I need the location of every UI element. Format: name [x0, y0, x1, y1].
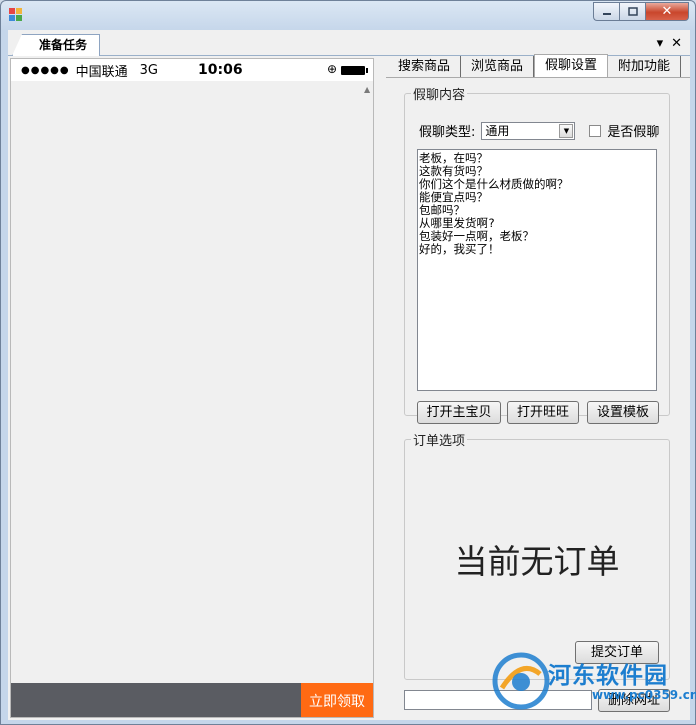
chat-type-value: 通用: [485, 123, 510, 138]
chat-type-label: 假聊类型:: [419, 125, 476, 140]
dropdown-arrow-icon[interactable]: ▾: [657, 36, 664, 51]
minimize-button[interactable]: [593, 2, 619, 21]
fake-chat-textarea[interactable]: 老板，在吗？ 这款有货吗？ 你们这个是什么材质做的啊？ 能便宜点吗？ 包邮吗？ 从哪里发货…: [417, 149, 657, 391]
client-area: 准备任务 ▾ ✕ ●●●●● 中国联通 3G 10:06 ⊕ ▲ 立即领取 搜索…: [8, 30, 690, 720]
watermark-text: 河东软件园: [548, 663, 668, 689]
chevron-down-icon[interactable]: ▼: [559, 123, 574, 138]
doc-tab-prepare-task[interactable]: 准备任务: [12, 34, 100, 56]
watermark: 河东软件园 www.pc0359.cn: [492, 650, 696, 720]
chat-type-row: 假聊类型: 通用 ▼ 是否假聊: [419, 121, 659, 140]
phone-status-bar: ●●●●● 中国联通 3G 10:06 ⊕: [11, 59, 373, 81]
title-bar[interactable]: ✕: [1, 1, 695, 29]
phone-bottom-bar: 立即领取: [11, 683, 373, 717]
maximize-icon: [627, 7, 638, 16]
app-icon: [9, 8, 23, 22]
order-options-group: 订单选项 当前无订单 提交订单: [404, 430, 670, 680]
document-tab-strip: 准备任务 ▾ ✕: [8, 30, 690, 56]
maximize-button[interactable]: [619, 2, 645, 21]
fake-chat-group: 假聊内容 假聊类型: 通用 ▼ 是否假聊 老板，在吗？ 这款有货吗？ 你们这个是什么…: [404, 84, 670, 424]
enable-fake-chat-checkbox[interactable]: [589, 124, 602, 137]
carrier-name: 中国联通: [75, 64, 128, 80]
tab-extra-functions[interactable]: 附加功能: [608, 56, 682, 77]
doc-tab-label: 准备任务: [39, 38, 88, 52]
close-button[interactable]: ✕: [645, 2, 689, 21]
settings-panel: 搜索商品 浏览商品 假聊设置 附加功能 假聊内容 假聊类型: 通用 ▼ 是否假聊: [386, 54, 690, 720]
phone-preview-panel: ●●●●● 中国联通 3G 10:06 ⊕ ▲ 立即领取: [10, 58, 374, 718]
scroll-up-icon[interactable]: ▲: [364, 85, 370, 94]
fake-chat-tab-page: 假聊内容 假聊类型: 通用 ▼ 是否假聊 老板，在吗？ 这款有货吗？ 你们这个是什么…: [386, 77, 690, 720]
open-wangwang-button[interactable]: 打开旺旺: [507, 401, 579, 424]
settings-tabs: 搜索商品 浏览商品 假聊设置 附加功能: [388, 54, 682, 78]
claim-now-button[interactable]: 立即领取: [301, 683, 373, 717]
battery-icon: [341, 66, 368, 75]
caption-buttons: ✕: [593, 2, 689, 21]
signal-strength-icon: ●●●●●: [21, 64, 70, 76]
phone-scrollbar[interactable]: ▲: [363, 81, 373, 681]
chat-line: 好的，我买了！: [419, 242, 500, 256]
tab-search-products[interactable]: 搜索商品: [388, 56, 462, 77]
app-window: ✕ 准备任务 ▾ ✕ ●●●●● 中国联通 3G 10:06 ⊕ ▲ 立即领取 …: [0, 0, 696, 725]
network-type: 3G: [139, 62, 159, 78]
minimize-icon: [602, 12, 611, 15]
fake-chat-group-title: 假聊内容: [413, 88, 466, 103]
watermark-logo-icon: [492, 652, 550, 710]
watermark-url: www.pc0359.cn: [592, 688, 696, 702]
no-order-message: 当前无订单: [454, 542, 620, 581]
chat-type-select[interactable]: 通用 ▼: [481, 121, 576, 140]
tab-browse-products[interactable]: 浏览商品: [461, 56, 535, 77]
enable-fake-chat-label: 是否假聊: [607, 125, 660, 140]
open-main-item-button[interactable]: 打开主宝贝: [417, 401, 501, 424]
set-template-button[interactable]: 设置模板: [587, 401, 659, 424]
order-options-title: 订单选项: [413, 434, 466, 449]
close-icon: ✕: [661, 4, 673, 19]
rotation-lock-icon: ⊕: [326, 62, 337, 76]
close-doc-icon[interactable]: ✕: [671, 36, 682, 51]
doc-strip-buttons: ▾ ✕: [657, 36, 682, 51]
tab-fake-chat-settings[interactable]: 假聊设置: [534, 54, 609, 77]
status-time: 10:06: [198, 62, 243, 78]
